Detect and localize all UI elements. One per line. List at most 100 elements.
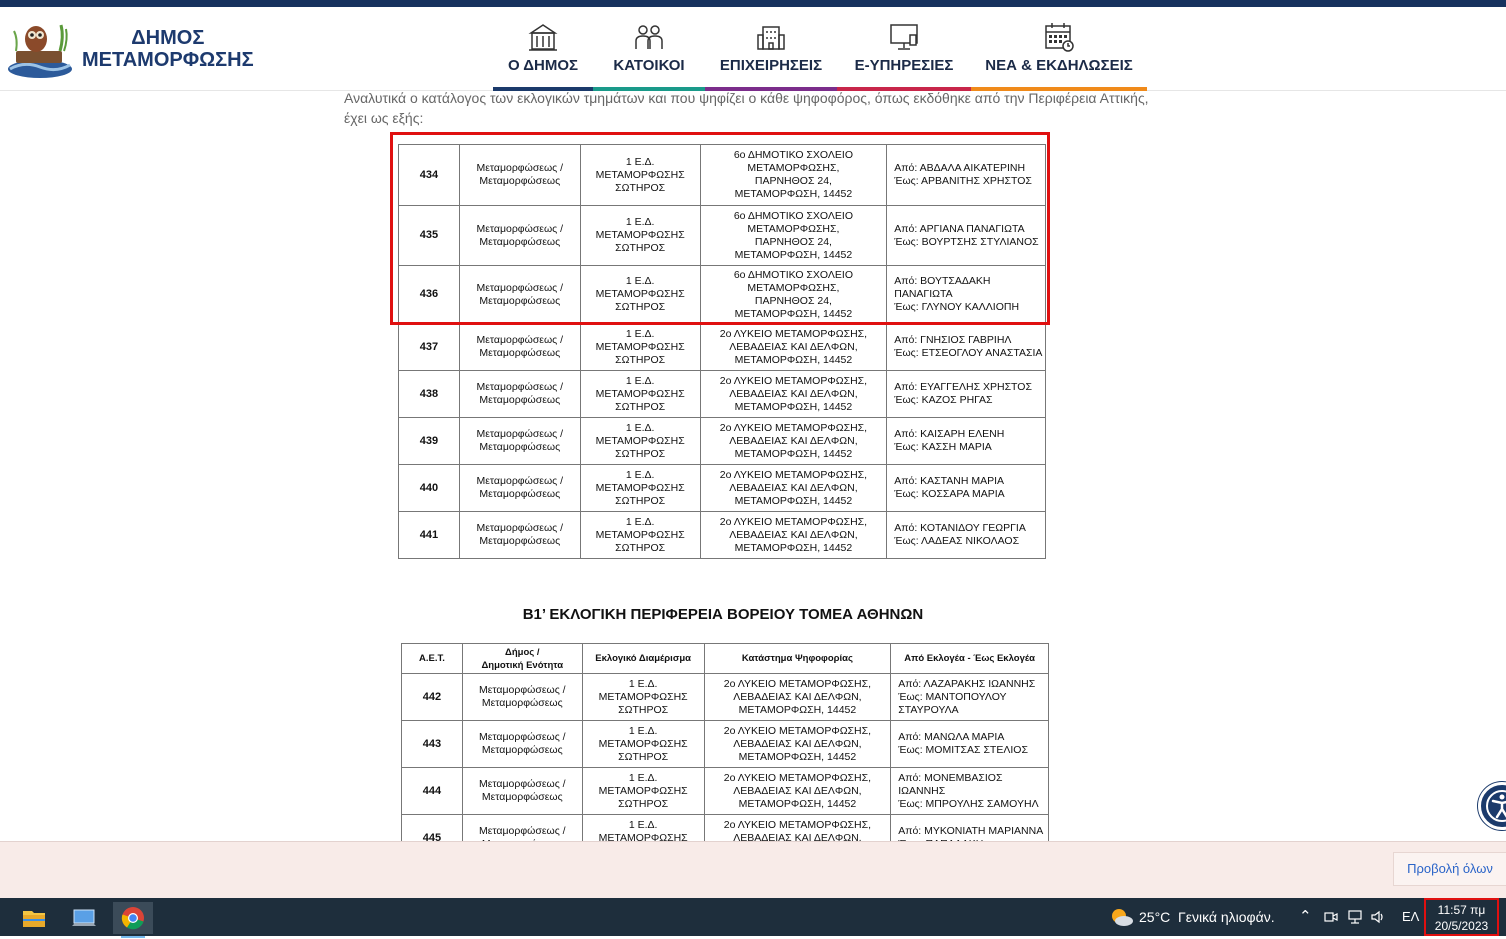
cell-line: ΜΕΤΑΜΟΡΦΩΣΗΣ — [595, 528, 685, 541]
nav-label: Ε-ΥΠΗΡΕΣΙΕΣ — [854, 57, 954, 74]
cell-line: Α.Ε.Τ. — [418, 653, 445, 664]
cell-line: ΛΕΒΑΔΕΙΑΣ ΚΑΙ ΔΕΛΦΩΝ, — [729, 387, 858, 400]
dimos-cell: Μεταμορφώσεως /Μεταμορφώσεως — [458, 464, 581, 512]
katastima-cell: 2ο ΛΥΚΕΙΟ ΜΕΤΑΜΟΡΦΩΣΗΣ, ΛΕΒΑΔΕΙΑΣ ΚΑΙ ΔΕΛ… — [699, 323, 888, 371]
table-row: 441 Μεταμορφώσεως / Μεταμορφώσεως 1 Ε.Δ. ΜΕΤ… — [398, 511, 1046, 559]
cell-line: 1 Ε.Δ. — [625, 374, 655, 387]
nav-item-katoikoi[interactable]: ΚΑΤΟΙΚΟΙ — [593, 19, 705, 91]
cell-line: 2ο ΛΥΚΕΙΟ ΜΕΤΑΜΟΡΦΩΣΗΣ, — [719, 515, 868, 528]
file-explorer-icon[interactable] — [14, 902, 54, 934]
cell-line: Μεταμορφώσεως / — [476, 522, 564, 534]
meet-camera-icon[interactable] — [1324, 910, 1338, 924]
cell-line: ΜΕΤΑΜΟΡΦΩΣΗ, 14452 — [734, 494, 853, 507]
nav-item-o-dimos[interactable]: Ο ΔΗΜΟΣ — [493, 19, 593, 91]
chrome-icon[interactable] — [113, 902, 153, 938]
diamerisma-cell: 1 Ε.Δ.ΜΕΤΑΜΟΡΦΩΣΗΣΣΩΤΗΡΟΣ — [581, 720, 705, 768]
table-row: 445Μεταμορφώσεως /Μεταμορφώσεως1 Ε.Δ.ΜΕΤ… — [401, 814, 1049, 842]
calendar-icon — [1045, 23, 1074, 52]
accessibility-icon — [1486, 790, 1506, 822]
nav-underline — [493, 87, 593, 91]
nav-underline — [705, 87, 837, 91]
diamerisma-cell: 1 Ε.Δ.ΜΕΤΑΜΟΡΦΩΣΗΣΣΩΤΗΡΟΣ — [581, 767, 705, 815]
chevron-up-icon[interactable]: ⌃ — [1299, 898, 1312, 936]
cell-line: ΜΕΤΑΜΟΡΦΩΣΗ, 14452 — [734, 400, 853, 413]
range-cell: Από: ΜΑΝΩΛΑ ΜΑΡΙΑ Έως: ΜΟΜΙΤΣΑΣ ΣΤΕΛΙΟΣ — [890, 720, 1049, 768]
clock-date: 20/5/2023 — [1434, 919, 1489, 933]
weather-text[interactable]: Γενικά ηλιοφάν. — [1178, 898, 1275, 936]
cell-line: Μεταμορφώσεως / — [476, 428, 564, 440]
cell-line: 1 Ε.Δ. — [625, 468, 655, 481]
cell-line: 1 Ε.Δ. — [625, 421, 655, 434]
logo-title[interactable]: ΔΗΜΟΣ ΜΕΤΑΜΟΡΦΩΣΗΣ — [82, 27, 254, 71]
cell-line: Μεταμορφώσεως — [481, 697, 563, 709]
cell-line: Από: ΚΟΤΑΝΙΔΟΥ ΓΕΩΡΓΙΑ — [894, 522, 1026, 534]
cell-line: Έως: ΜΠΡΟΥΛΗΣ ΣΑΜΟΥΗΛ — [898, 797, 1039, 810]
cell-line: Μεταμορφώσεως / — [476, 475, 564, 487]
cell-line: Έως: ΛΑΔΕΑΣ ΝΙΚΟΛΑΟΣ — [894, 535, 1020, 547]
cell-line: ΜΕΤΑΜΟΡΦΩΣΗΣ — [595, 340, 685, 353]
cell-line: Εκλογικό Διαμέρισμα — [595, 653, 691, 664]
windows-taskbar: 25°C Γενικά ηλιοφάν. ⌃ ΕΛ 11:57 πμ 20/5/… — [0, 898, 1506, 938]
cell-line: Από: ΚΑΙΣΑΡΗ ΕΛΕΝΗ — [894, 428, 1005, 440]
dimos-cell: Μεταμορφώσεως /Μεταμορφώσεως — [458, 323, 581, 371]
this-pc-icon[interactable] — [64, 902, 104, 934]
nav-item-e-ypiresies[interactable]: Ε-ΥΠΗΡΕΣΙΕΣ — [837, 19, 971, 91]
table-row: 440 Μεταμορφώσεως / Μεταμορφώσεως 1 Ε.Δ. ΜΕΤ… — [398, 464, 1046, 512]
view-all-button[interactable]: Προβολή όλων — [1393, 852, 1506, 886]
cell-line: 2ο ΛΥΚΕΙΟ ΜΕΤΑΜΟΡΦΩΣΗΣ, — [723, 818, 872, 831]
diamerisma-cell: 1 Ε.Δ.ΜΕΤΑΜΟΡΦΩΣΗΣΣΩΤΗΡΟΣ — [581, 814, 705, 842]
cell-line: Μεταμορφώσεως — [481, 744, 563, 756]
highlight-box — [390, 132, 1050, 325]
nav-item-epixeiriseis[interactable]: ΕΠΙΧΕΙΡΗΣΕΙΣ — [705, 19, 837, 91]
cell-line: ΜΕΤΑΜΟΡΦΩΣΗΣ — [598, 831, 688, 842]
accessibility-button[interactable] — [1478, 782, 1506, 830]
column-header: Κατάστημα Ψηφοφορίας — [703, 643, 892, 674]
cell-line: ΣΩΤΗΡΟΣ — [615, 447, 666, 460]
section-title: Β1’ ΕΚΛΟΓΙΚΗ ΠΕΡΙΦΕΡΕΙΑ ΒΟΡΕΙΟΥ ΤΟΜΕΑ ΑΘ… — [522, 606, 924, 623]
table-row: 438 Μεταμορφώσεως / Μεταμορφώσεως 1 Ε.Δ. ΜΕΤ… — [398, 370, 1046, 418]
cell-line: ΜΕΤΑΜΟΡΦΩΣΗΣ — [595, 387, 685, 400]
cell-line: ΛΕΒΑΔΕΙΑΣ ΚΑΙ ΔΕΛΦΩΝ, — [733, 831, 862, 842]
cell-line: Μεταμορφώσεως — [479, 488, 561, 500]
table-row: 439 Μεταμορφώσεως / Μεταμορφώσεως 1 Ε.Δ. ΜΕΤ… — [398, 417, 1046, 465]
cell-line: Από: ΓΝΗΣΙΟΣ ΓΑΒΡΙΗΛ — [894, 334, 1012, 346]
cell-line: ΣΩΤΗΡΟΣ — [615, 400, 666, 413]
top-accent-bar — [0, 0, 1506, 7]
aet-number: 438 — [398, 370, 460, 418]
cell-line: 2ο ΛΥΚΕΙΟ ΜΕΤΑΜΟΡΦΩΣΗΣ, — [723, 677, 872, 690]
aet-number: 437 — [398, 323, 460, 371]
cell-line: Έως: ΚΟΣΣΑΡΑ ΜΑΡΙΑ — [894, 488, 1005, 500]
cell-line: 1 Ε.Δ. — [628, 771, 658, 784]
system-clock[interactable]: 11:57 πμ 20/5/2023 — [1424, 898, 1499, 936]
cell-line: ΙΩΑΝΝΗΣ — [898, 784, 946, 797]
dimos-cell: Μεταμορφώσεως /Μεταμορφώσεως — [461, 720, 583, 768]
network-icon[interactable] — [1347, 909, 1363, 925]
cell-line: ΛΕΒΑΔΕΙΑΣ ΚΑΙ ΔΕΛΦΩΝ, — [729, 481, 858, 494]
nav-label: ΕΠΙΧΕΙΡΗΣΕΙΣ — [719, 57, 823, 74]
weather-temp[interactable]: 25°C — [1139, 898, 1170, 936]
volume-icon[interactable] — [1370, 909, 1386, 925]
cell-line: Από: ΛΑΖΑΡΑΚΗΣ ΙΩΑΝΝΗΣ — [898, 677, 1036, 690]
town-hall-icon — [528, 24, 558, 51]
language-indicator[interactable]: ΕΛ — [1402, 898, 1419, 936]
cell-line: ΜΕΤΑΜΟΡΦΩΣΗΣ — [598, 784, 688, 797]
nav-item-nea-ekdiloseis[interactable]: ΝΕΑ & ΕΚΔΗΛΩΣΕΙΣ — [971, 19, 1147, 91]
katastima-cell: 2ο ΛΥΚΕΙΟ ΜΕΤΑΜΟΡΦΩΣΗΣ, ΛΕΒΑΔΕΙΑΣ ΚΑΙ ΔΕΛ… — [699, 464, 888, 512]
cell-line: 2ο ΛΥΚΕΙΟ ΜΕΤΑΜΟΡΦΩΣΗΣ, — [723, 771, 872, 784]
range-cell: Από: ΓΝΗΣΙΟΣ ΓΑΒΡΙΗΛ Έως: ΕΤΣΕΟΓΛΟΥ ΑΝΑΣΤ… — [886, 323, 1046, 371]
cell-line: Μεταμορφώσεως / — [478, 731, 566, 743]
cell-line: 2ο ΛΥΚΕΙΟ ΜΕΤΑΜΟΡΦΩΣΗΣ, — [719, 421, 868, 434]
cell-line: ΣΩΤΗΡΟΣ — [615, 353, 666, 366]
aet-number: 442 — [401, 673, 463, 721]
cell-line: Δήμος / — [505, 646, 540, 658]
nav-label: Ο ΔΗΜΟΣ — [507, 57, 579, 74]
diamerisma-cell: 1 Ε.Δ.ΜΕΤΑΜΟΡΦΩΣΗΣΣΩΤΗΡΟΣ — [579, 417, 701, 465]
municipality-logo[interactable] — [6, 17, 74, 81]
intro-paragraph: Αναλυτικά ο κατάλογος των εκλογικών τμημ… — [344, 92, 1149, 126]
cell-line: Μεταμορφώσεως / — [478, 778, 566, 790]
weather-sun-icon[interactable] — [1108, 906, 1134, 928]
cell-line: ΜΕΤΑΜΟΡΦΩΣΗΣ — [595, 434, 685, 447]
cell-line: Μεταμορφώσεως / — [476, 334, 564, 346]
cell-line: 2ο ΛΥΚΕΙΟ ΜΕΤΑΜΟΡΦΩΣΗΣ, — [719, 374, 868, 387]
page-content: Αναλυτικά ο κατάλογος των εκλογικών τμημ… — [0, 92, 1506, 841]
